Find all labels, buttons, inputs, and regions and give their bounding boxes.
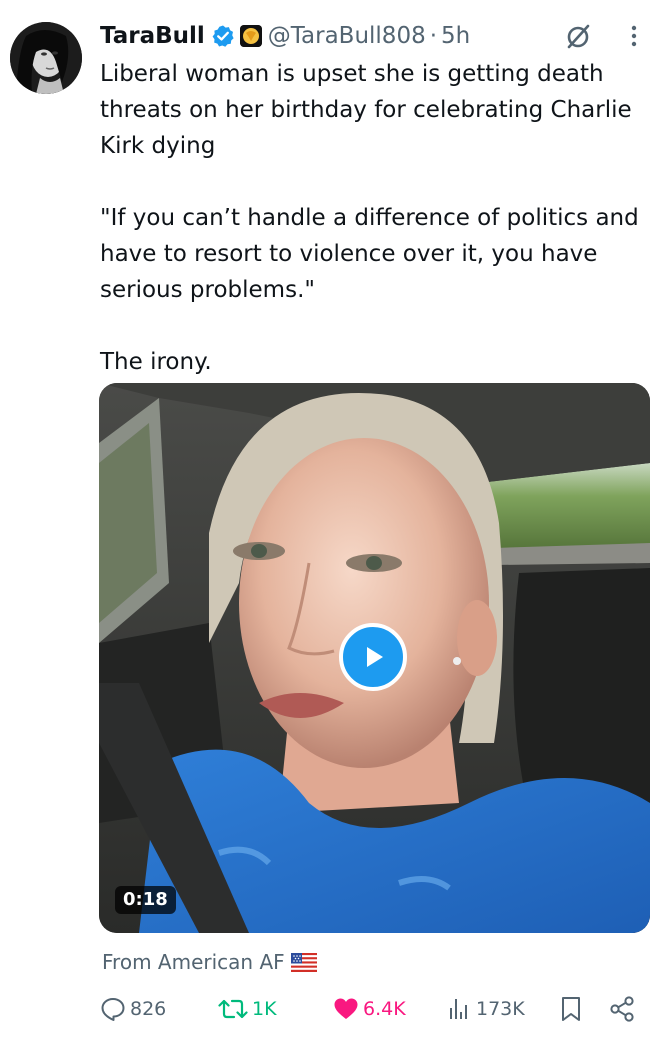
repost-button[interactable]: 1K [218,992,277,1026]
action-bar: 826 1K 6.4K 173K [100,992,645,1026]
video-player[interactable]: 0:18 [99,383,650,933]
views-icon [450,999,467,1019]
heart-icon [334,998,358,1019]
like-count: 6.4K [363,998,406,1020]
tweet: TaraBull @TaraBull808 · 5h Liberal woman… [0,0,664,1039]
bookmark-button[interactable] [558,992,584,1026]
play-icon [367,647,383,667]
play-button[interactable] [339,623,407,691]
views-count: 173K [476,998,525,1020]
repost-count: 1K [252,998,277,1020]
avatar[interactable] [10,22,82,94]
source-attribution[interactable]: From American AF [102,950,317,974]
repost-icon [218,999,248,1019]
bookmark-icon [562,997,580,1021]
us-flag-icon [290,952,317,972]
tweet-text-line-2: "If you can’t handle a difference of pol… [100,205,639,303]
tweet-text-line-3: The irony. [100,349,212,375]
source-label: From American AF [102,950,285,974]
display-name[interactable]: TaraBull [100,23,205,49]
reply-button[interactable]: 826 [100,992,166,1026]
tweet-text: Liberal woman is upset she is getting de… [100,56,640,380]
timestamp[interactable]: 5h [441,23,470,49]
grok-icon[interactable] [564,22,592,50]
reply-count: 826 [130,998,167,1020]
tweet-text-line-1: Liberal woman is upset she is getting de… [100,61,632,159]
reply-icon [101,998,125,1021]
like-button[interactable]: 6.4K [333,992,406,1026]
tweet-header: TaraBull @TaraBull808 · 5h [100,18,470,54]
views-button[interactable]: 173K [446,992,525,1026]
affiliate-badge-icon[interactable] [239,25,262,47]
share-icon [610,996,634,1022]
share-button[interactable] [608,992,636,1026]
verified-badge-icon [211,24,235,48]
video-duration-badge: 0:18 [115,886,176,914]
handle[interactable]: @TaraBull808 [268,23,426,49]
more-options-icon[interactable] [624,22,644,50]
separator-dot: · [429,23,438,49]
